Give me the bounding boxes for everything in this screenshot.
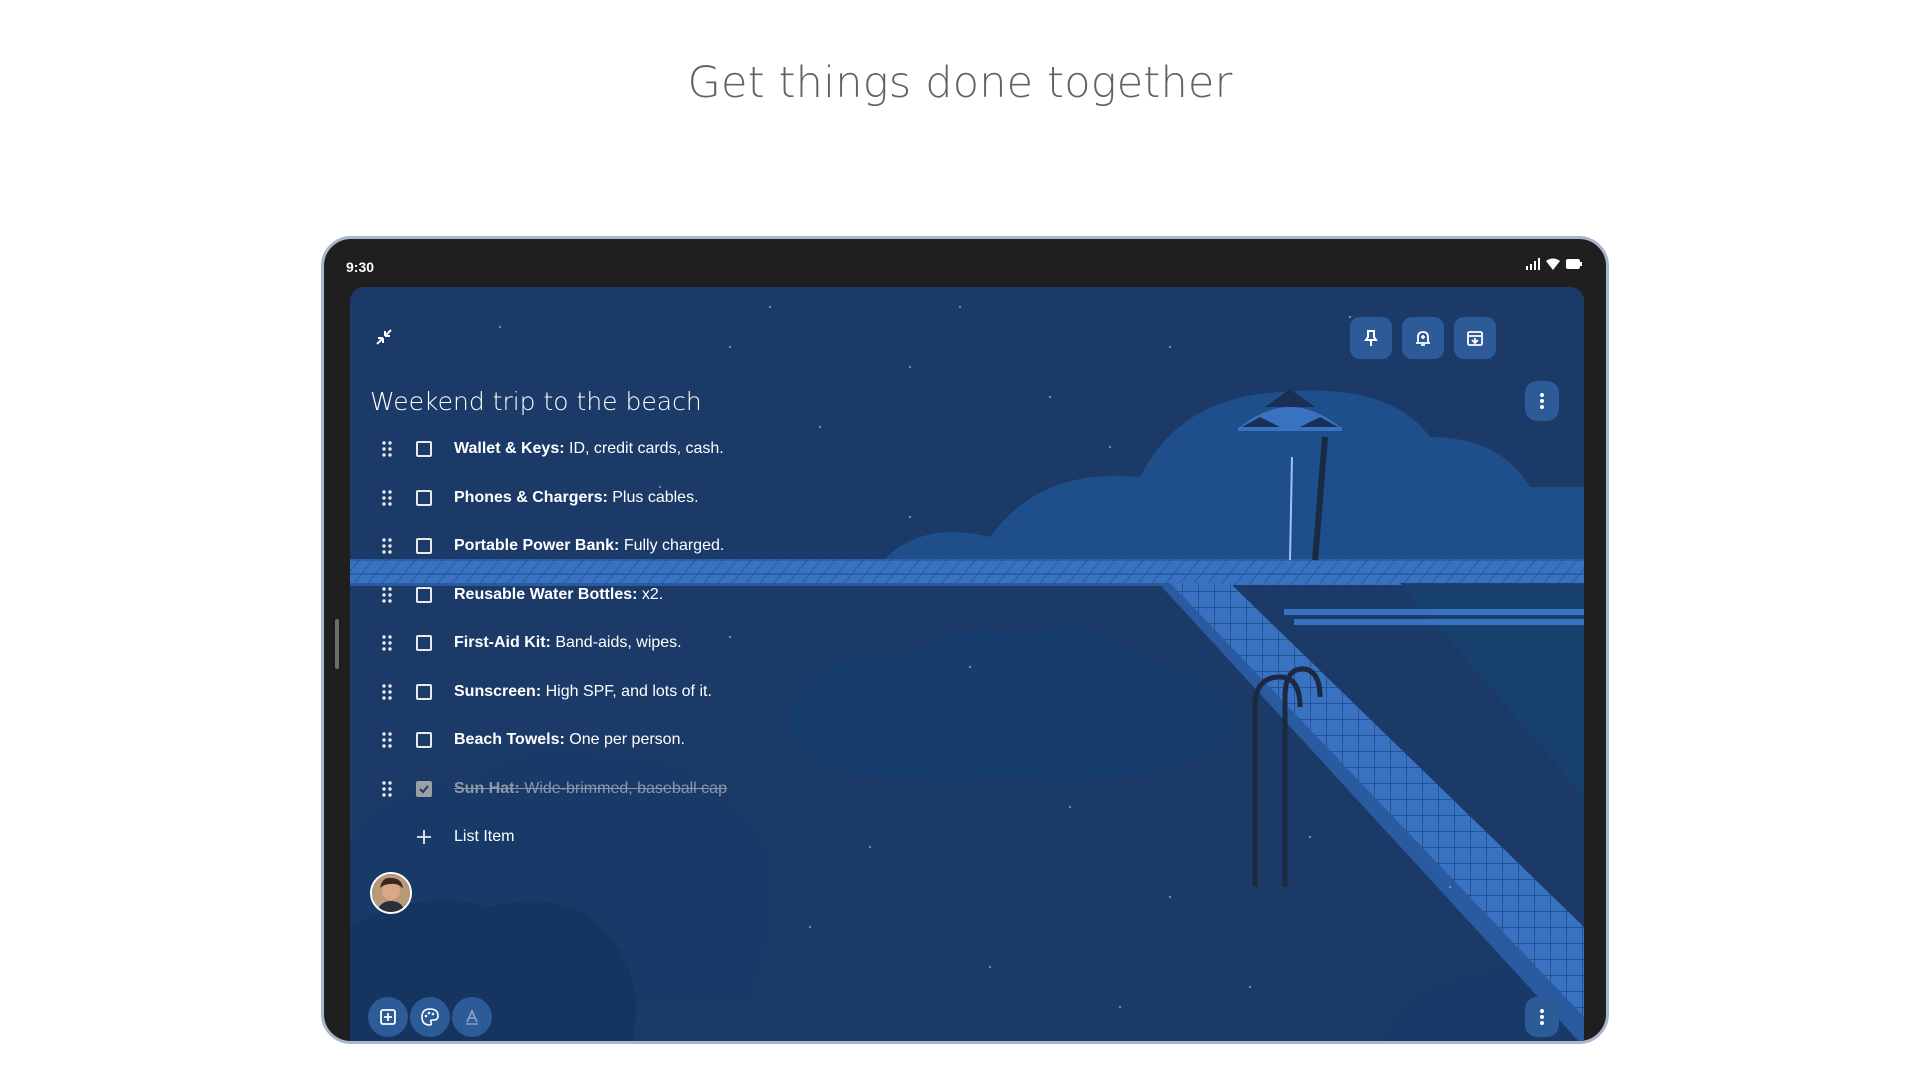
reminder-button[interactable] bbox=[1402, 317, 1444, 359]
item-detail: Fully charged. bbox=[619, 537, 725, 555]
drag-handle-icon[interactable] bbox=[380, 536, 394, 556]
item-label: Portable Power Bank: bbox=[454, 537, 620, 555]
collapse-icon bbox=[376, 329, 392, 345]
item-detail: Plus cables. bbox=[607, 488, 699, 506]
item-label: Sunscreen: bbox=[454, 682, 542, 700]
note-title[interactable]: Weekend trip to the beach bbox=[370, 387, 702, 416]
add-box-icon bbox=[380, 1009, 396, 1025]
tablet-frame: 9:30 Weekend trip to the beach Wallet & … bbox=[321, 236, 1609, 1044]
archive-icon bbox=[1467, 331, 1483, 346]
item-detail: One per person. bbox=[564, 731, 685, 749]
collaborator-avatar[interactable] bbox=[370, 872, 412, 914]
item-text[interactable]: Phones & Chargers: Plus cables. bbox=[454, 489, 699, 507]
item-label: First-Aid Kit: bbox=[454, 634, 551, 652]
text-format-button[interactable] bbox=[452, 997, 492, 1037]
wifi-icon bbox=[1546, 257, 1560, 275]
item-label: Wallet & Keys: bbox=[454, 440, 565, 458]
list-item[interactable]: First-Aid Kit: Band-aids, wipes. bbox=[380, 619, 727, 668]
item-text[interactable]: Wallet & Keys: ID, credit cards, cash. bbox=[454, 440, 724, 458]
note-more-button[interactable] bbox=[1525, 381, 1559, 421]
color-palette-button[interactable] bbox=[410, 997, 450, 1037]
item-checkbox[interactable] bbox=[416, 489, 432, 506]
status-time: 9:30 bbox=[346, 259, 375, 275]
add-list-item-button[interactable]: List Item bbox=[380, 813, 727, 861]
item-checkbox[interactable] bbox=[416, 732, 432, 749]
more-vert-icon bbox=[1540, 1009, 1544, 1025]
item-label: Reusable Water Bottles: bbox=[454, 585, 638, 603]
status-bar: 9:30 bbox=[324, 239, 1606, 287]
status-icons bbox=[1526, 257, 1582, 275]
drag-handle-icon[interactable] bbox=[380, 488, 394, 508]
collapse-button[interactable] bbox=[366, 319, 402, 355]
note-screen: Weekend trip to the beach Wallet & Keys:… bbox=[350, 287, 1584, 1041]
item-detail: x2. bbox=[637, 585, 664, 603]
plus-icon bbox=[416, 829, 432, 845]
item-label: Beach Towels: bbox=[454, 731, 565, 749]
drag-handle-icon[interactable] bbox=[380, 633, 394, 653]
list-item[interactable]: Beach Towels: One per person. bbox=[380, 716, 727, 765]
pin-icon bbox=[1364, 330, 1378, 346]
drag-handle-icon[interactable] bbox=[380, 682, 394, 702]
bottom-more-button[interactable] bbox=[1525, 997, 1559, 1037]
item-checkbox[interactable] bbox=[416, 441, 432, 458]
list-item[interactable]: Phones & Chargers: Plus cables. bbox=[380, 474, 727, 523]
item-checkbox[interactable] bbox=[416, 635, 432, 652]
list-item[interactable]: Sunscreen: High SPF, and lots of it. bbox=[380, 668, 727, 717]
item-detail: Wide-brimmed, baseball cap bbox=[519, 779, 727, 797]
item-detail: High SPF, and lots of it. bbox=[541, 682, 712, 700]
more-vert-icon bbox=[1540, 393, 1544, 409]
item-checkbox[interactable] bbox=[416, 538, 432, 555]
pin-button[interactable] bbox=[1350, 317, 1392, 359]
item-detail: ID, credit cards, cash. bbox=[564, 440, 724, 458]
palette-icon bbox=[421, 1008, 439, 1026]
add-item-label: List Item bbox=[454, 828, 515, 845]
signal-icon bbox=[1526, 257, 1540, 275]
drag-handle-icon[interactable] bbox=[380, 585, 394, 605]
list-item[interactable]: Reusable Water Bottles: x2. bbox=[380, 571, 727, 620]
item-text[interactable]: Sunscreen: High SPF, and lots of it. bbox=[454, 683, 712, 701]
item-label: Sun Hat: bbox=[454, 779, 520, 797]
drag-handle-icon[interactable] bbox=[380, 439, 394, 459]
side-handle bbox=[335, 619, 339, 669]
drag-handle-icon[interactable] bbox=[380, 779, 394, 799]
battery-icon bbox=[1566, 257, 1582, 275]
item-checkbox[interactable] bbox=[416, 683, 432, 700]
item-checkbox-checked[interactable] bbox=[416, 780, 432, 797]
list-item[interactable]: Portable Power Bank: Fully charged. bbox=[380, 522, 727, 571]
item-detail: Band-aids, wipes. bbox=[550, 634, 682, 652]
item-label: Phones & Chargers: bbox=[454, 488, 608, 506]
item-checkbox[interactable] bbox=[416, 586, 432, 603]
item-text[interactable]: Beach Towels: One per person. bbox=[454, 731, 685, 749]
item-text[interactable]: First-Aid Kit: Band-aids, wipes. bbox=[454, 634, 682, 652]
item-text[interactable]: Sun Hat: Wide-brimmed, baseball cap bbox=[454, 780, 727, 798]
list-item[interactable]: Wallet & Keys: ID, credit cards, cash. bbox=[380, 425, 727, 474]
drag-handle-icon[interactable] bbox=[380, 730, 394, 750]
item-text[interactable]: Portable Power Bank: Fully charged. bbox=[454, 537, 724, 555]
check-icon bbox=[419, 785, 429, 794]
list-item-checked[interactable]: Sun Hat: Wide-brimmed, baseball cap bbox=[380, 765, 727, 814]
reminder-icon bbox=[1416, 331, 1430, 346]
text-format-icon bbox=[466, 1009, 478, 1025]
add-content-button[interactable] bbox=[368, 997, 408, 1037]
page-headline: Get things done together bbox=[687, 58, 1233, 108]
checklist: Wallet & Keys: ID, credit cards, cash. P… bbox=[380, 425, 727, 861]
archive-button[interactable] bbox=[1454, 317, 1496, 359]
item-text[interactable]: Reusable Water Bottles: x2. bbox=[454, 586, 663, 604]
